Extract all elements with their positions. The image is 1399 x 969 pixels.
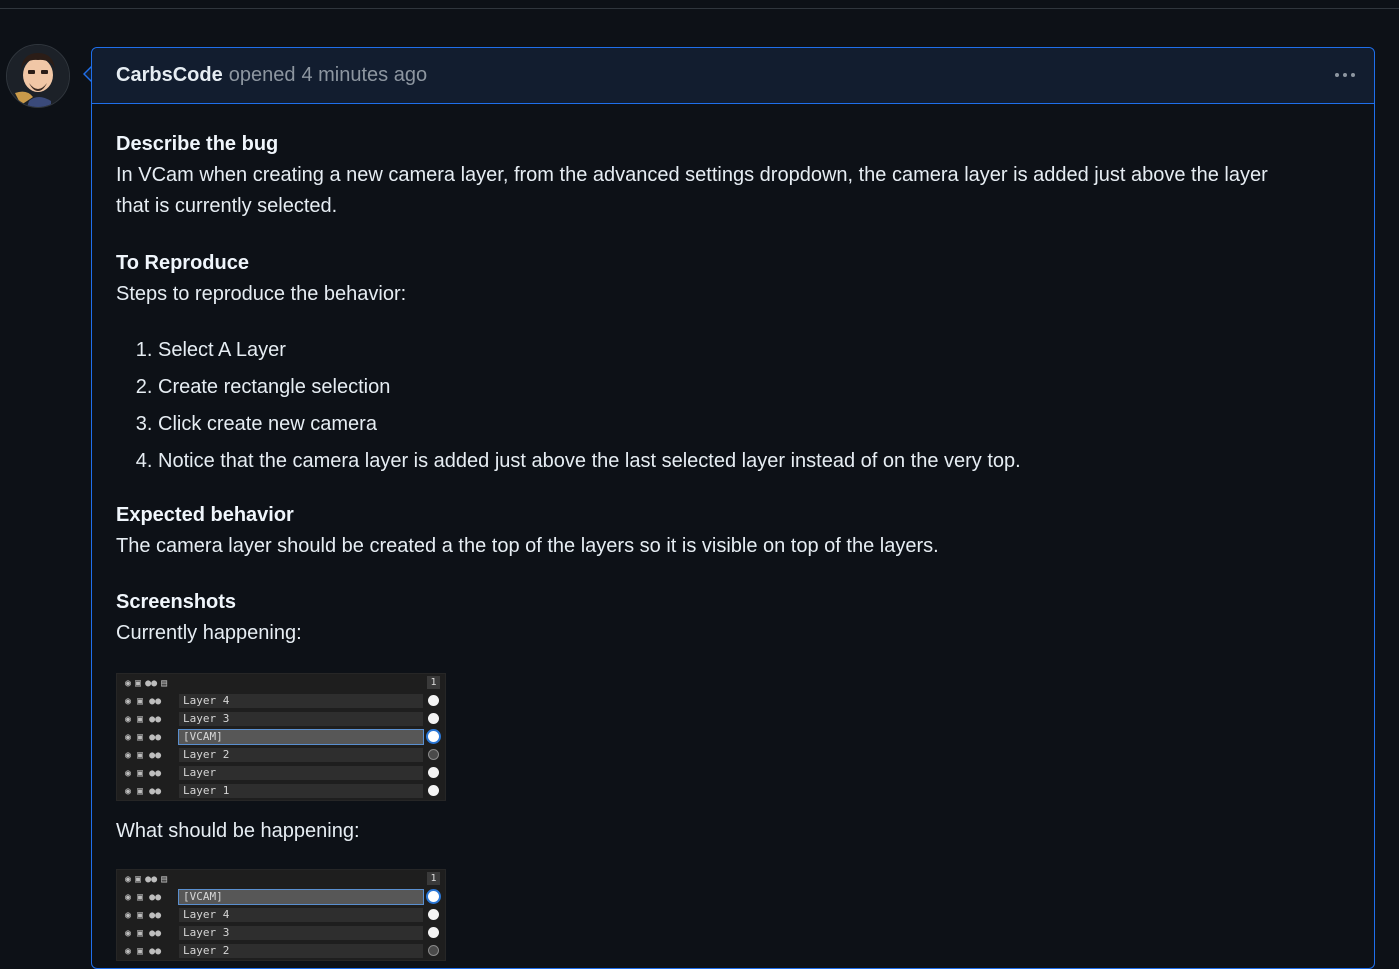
repro-heading: To Reproduce bbox=[116, 252, 249, 274]
author-link[interactable]: CarbsCode bbox=[116, 64, 223, 87]
layer-name: Layer 2 bbox=[179, 748, 423, 762]
layer-name: Layer 3 bbox=[179, 712, 423, 726]
layer-visibility-dot-icon bbox=[428, 927, 439, 938]
layer-name: Layer 1 bbox=[179, 784, 423, 798]
layer-visibility-dot-icon bbox=[428, 945, 439, 956]
expected-text: The camera layer should be created a the… bbox=[116, 535, 939, 557]
list-item: Notice that the camera layer is added ju… bbox=[158, 443, 1350, 480]
repro-text: Steps to reproduce the behavior: bbox=[116, 283, 407, 305]
layer-name: Layer 2 bbox=[179, 944, 423, 958]
layer-visibility-dot-icon bbox=[428, 749, 439, 760]
layer-row-icons: ◉ ▣ ●● bbox=[125, 785, 162, 797]
comment-timestamp[interactable]: 4 minutes ago bbox=[301, 64, 427, 87]
layer-visibility-dot-icon bbox=[428, 731, 439, 742]
bug-text-line-1: In VCam when creating a new camera layer… bbox=[116, 164, 1268, 186]
layer-visibility-dot-icon bbox=[428, 785, 439, 796]
layer-count: 1 bbox=[427, 872, 440, 885]
comment-header: CarbsCode opened 4 minutes ago bbox=[92, 48, 1374, 104]
screenshot-expected-layers[interactable]: ◉ ▣ ●● ▤ 1 ◉ ▣ ●● [VCAM] ◉ ▣ ●● Layer 4 ◉ ▣ ●● L… bbox=[116, 869, 446, 961]
bug-heading: Describe the bug bbox=[116, 133, 279, 155]
layer-name: Layer 4 bbox=[179, 908, 423, 922]
issue-comment: CarbsCode opened 4 minutes ago Describe … bbox=[91, 47, 1375, 969]
expected-heading: Expected behavior bbox=[116, 504, 294, 526]
current-label: Currently happening: bbox=[116, 622, 302, 644]
layer-visibility-dot-icon bbox=[428, 695, 439, 706]
avatar-illustration-icon bbox=[7, 45, 69, 107]
should-label: What should be happening: bbox=[116, 820, 360, 842]
layer-visibility-dot-icon bbox=[428, 891, 439, 902]
layer-count: 1 bbox=[427, 676, 440, 689]
list-item: Create rectangle selection bbox=[158, 369, 1350, 406]
layer-row-icons: ◉ ▣ ●● bbox=[125, 945, 162, 957]
screenshot-current-layers[interactable]: ◉ ▣ ●● ▤ 1 ◉ ▣ ●● Layer 4 ◉ ▣ ●● Layer 3 ◉ ▣ ●●… bbox=[116, 673, 446, 801]
list-item: Select A Layer bbox=[158, 332, 1350, 369]
kebab-horizontal-icon[interactable] bbox=[1330, 62, 1360, 88]
layer-row: ◉ ▣ ●● Layer 2 bbox=[117, 942, 445, 960]
layer-name: [VCAM] bbox=[178, 889, 424, 905]
layer-row: ◉ ▣ ●● Layer 1 bbox=[117, 782, 445, 800]
bug-text-line-2: that is currently selected. bbox=[116, 195, 338, 217]
list-item: Click create new camera bbox=[158, 406, 1350, 443]
layer-name: Layer 4 bbox=[179, 694, 423, 708]
author-avatar[interactable] bbox=[6, 44, 70, 108]
layer-visibility-dot-icon bbox=[428, 909, 439, 920]
comment-action: opened bbox=[228, 64, 296, 86]
layer-visibility-dot-icon bbox=[428, 767, 439, 778]
layer-name: Layer bbox=[179, 766, 423, 780]
layer-name: [VCAM] bbox=[178, 729, 424, 745]
steps-list: Select A Layer Create rectangle selectio… bbox=[116, 332, 1350, 480]
layer-name: Layer 3 bbox=[179, 926, 423, 940]
layer-visibility-dot-icon bbox=[428, 713, 439, 724]
timeline-divider bbox=[0, 8, 1399, 9]
screenshots-heading: Screenshots bbox=[116, 591, 237, 613]
